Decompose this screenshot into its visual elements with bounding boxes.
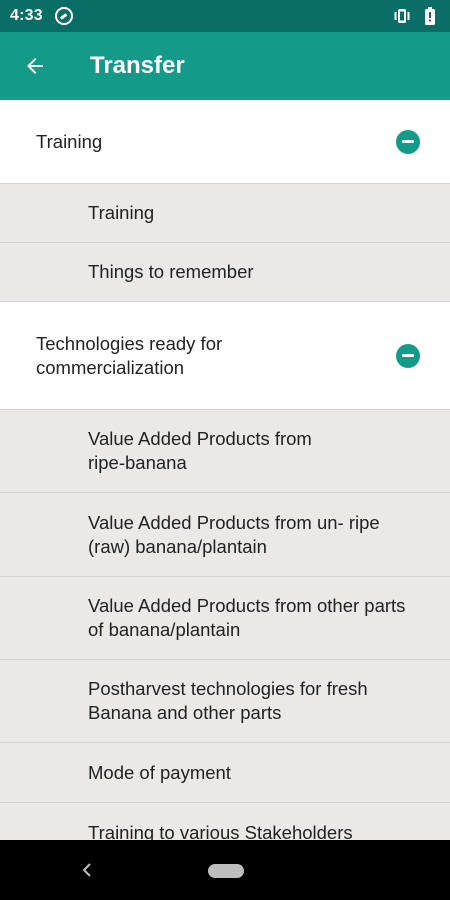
battery-icon	[425, 7, 435, 25]
nav-home-pill[interactable]	[208, 864, 244, 878]
app-notification-icon	[54, 7, 73, 25]
system-navigation-bar	[0, 840, 450, 900]
list-item[interactable]: Training to various Stakeholders	[0, 803, 450, 840]
list-item-label: Things to remember	[88, 261, 254, 282]
vibrate-icon	[394, 9, 410, 23]
arrow-back-icon	[27, 58, 43, 74]
list-item-label: Training to various Stakeholders	[88, 821, 353, 841]
list-item[interactable]: Training	[0, 184, 450, 243]
group-label: Training	[36, 130, 103, 152]
collapse-icon[interactable]	[396, 129, 420, 154]
group-header-training[interactable]: Training	[0, 100, 450, 184]
list-item-label: Training	[88, 202, 155, 223]
list-item[interactable]: Things to remember	[0, 243, 450, 302]
group-header-technologies[interactable]: Technologies ready for commercialization	[0, 302, 450, 410]
collapse-icon[interactable]	[396, 343, 420, 368]
page-title: Transfer	[90, 52, 185, 79]
group-label: Technologies ready for commercialization	[36, 332, 223, 378]
nav-back-icon[interactable]	[80, 862, 96, 878]
list-item[interactable]: Postharvest technologies for fresh Banan…	[0, 660, 450, 743]
expandable-list[interactable]: Training Training Things to remember Tec…	[0, 100, 450, 840]
status-icons	[392, 7, 436, 25]
status-bar: 4:33	[0, 0, 450, 32]
list-item-label: Mode of payment	[88, 761, 231, 783]
list-item-label: Value Added Products from ripe-banana	[88, 428, 312, 473]
list-item[interactable]: Value Added Products from ripe-banana	[0, 410, 450, 493]
list-item-label: Postharvest technologies for fresh Banan…	[88, 678, 368, 723]
list-item[interactable]: Value Added Products from other parts of…	[0, 577, 450, 660]
app-bar: Transfer	[0, 32, 450, 100]
status-time: 4:33	[10, 7, 43, 24]
list-item-label: Value Added Products from un- ripe (raw)…	[88, 511, 380, 557]
list-item-label: Value Added Products from other parts of…	[88, 595, 406, 640]
list-item[interactable]: Mode of payment	[0, 743, 450, 803]
list-item[interactable]: Value Added Products from un- ripe (raw)…	[0, 493, 450, 577]
back-button[interactable]	[0, 32, 70, 100]
